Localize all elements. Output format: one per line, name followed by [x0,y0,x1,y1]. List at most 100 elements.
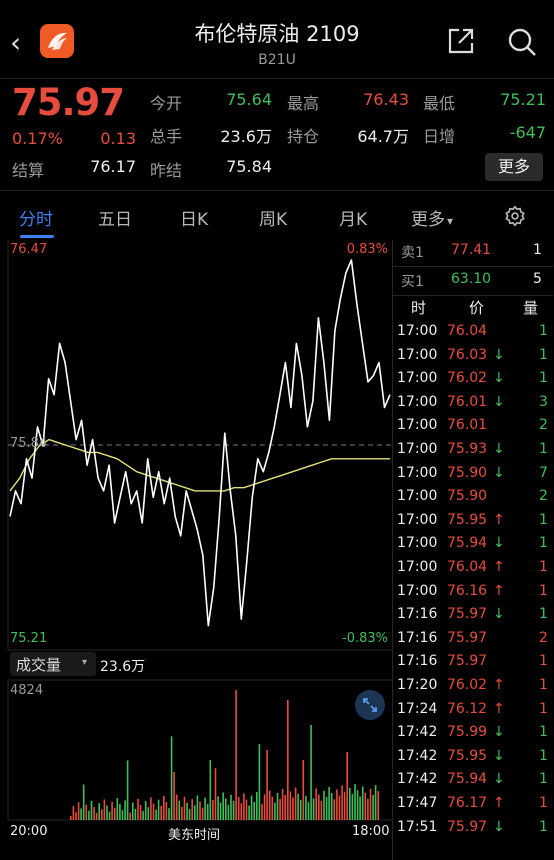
tick-qty: 1 [539,370,548,387]
volume-bar [132,802,134,820]
more-button[interactable]: 更多 [485,153,543,181]
search-icon[interactable] [506,26,538,58]
volume-bar [134,808,137,821]
volume-bar [108,811,111,820]
arrow-down-icon: ↓ [493,464,505,481]
volume-bar [279,799,281,820]
arrow-down-icon: ↓ [493,724,505,741]
volume-bar [289,791,292,820]
volume-bar [315,788,317,820]
volume-bar [369,788,372,820]
stat-value-prev-settle: 75.84 [226,157,272,176]
bid-price: 63.10 [451,271,492,287]
arrow-down-icon: ↓ [493,606,505,623]
volume-axis-max: 4824 [10,683,44,698]
volume-bar [305,796,307,820]
volume-bar [268,790,271,821]
stat-value-volume: 23.6万 [220,127,272,146]
axis-bottom-price: 75.21 [10,631,48,646]
arrow-up-icon: ↑ [493,559,505,575]
tick-row: 17:42 75.94 ↓ 1 [393,771,551,795]
volume-bar [325,797,328,820]
stat-label-daily-change: 日增 [423,127,456,146]
volume-selector-label: 成交量 [16,656,62,674]
tab-active-indicator [20,235,54,238]
tick-time: 17:42 [397,771,438,788]
volume-bar [173,772,175,820]
volume-bar [256,791,258,820]
volume-bar [299,799,302,821]
bid-label: 买1 [401,274,424,290]
volume-bar [287,700,289,820]
volume-bar [333,799,336,820]
arrow-down-icon: ↓ [493,535,505,552]
tick-row: 17:24 76.12 ↑ 1 [393,701,551,725]
volume-bar [297,793,299,820]
stat-label-open-interest: 持仓 [287,127,320,146]
stat-value-high: 76.43 [363,90,409,109]
tab-five-day[interactable]: 五日 [98,205,132,230]
volume-bar [310,725,312,820]
settlement-value: 76.17 [90,157,136,176]
order-book-panel: 卖1 77.41 1 买1 63.10 5 时 价 量 17:00 76.04 1 1… [392,240,554,860]
volume-bar [186,803,188,821]
tick-qty: 1 [539,818,548,835]
volume-bar [119,804,121,820]
tick-qty: 1 [539,724,548,741]
tick-time: 17:00 [397,393,438,410]
volume-bar [266,750,268,820]
tick-header: 时 价 量 [393,297,551,321]
volume-selector[interactable]: 成交量 ▾ [10,652,96,676]
volume-bar [349,787,351,820]
volume-bar [367,798,369,821]
axis-top-price: 76.47 [10,242,48,257]
volume-bar [139,805,142,821]
volume-bar [188,809,191,820]
tick-time: 17:42 [397,747,438,764]
tick-qty: 1 [539,346,548,363]
tick-price: 75.97 [447,653,488,670]
tick-row: 17:00 76.02 ↓ 1 [393,370,551,394]
volume-bar [225,798,227,820]
volume-bar [178,800,181,820]
gear-icon[interactable] [504,205,526,227]
tab-intraday[interactable]: 分时 [19,205,53,230]
chevron-down-icon: ▾ [447,214,454,228]
volume-bar [90,800,93,820]
volume-bar [318,794,320,820]
volume-bar [150,797,152,820]
volume-bar [111,801,113,820]
share-icon[interactable] [446,26,476,56]
tick-price: 76.01 [447,417,488,434]
tick-row: 17:00 75.94 ↓ 1 [393,535,551,559]
volume-bar [147,807,150,820]
tick-price: 75.94 [447,535,488,552]
tick-row: 17:00 75.93 ↓ 1 [393,441,551,465]
volume-bar [359,796,361,820]
tab-daily-k[interactable]: 日K [180,205,208,230]
tick-time: 17:16 [397,653,438,670]
chevron-down-icon: ▾ [82,657,88,668]
tick-row: 17:00 75.90 2 [393,488,551,512]
volume-bar [346,751,348,821]
tick-time: 17:51 [397,818,438,835]
volume-bar [214,768,217,820]
arrow-down-icon: ↓ [493,747,505,764]
chart-tabs: 分时 五日 日K 周K 月K 更多 ▾ [0,190,554,241]
intraday-chart[interactable]: 76.47 0.83% 75.84 75.21 -0.83% 成交量 ▾ 23.… [0,240,392,844]
volume-bar [271,796,274,820]
tab-more-label: 更多 [411,210,445,230]
tab-more[interactable]: 更多 ▾ [411,205,453,230]
tab-monthly-k[interactable]: 月K [339,205,367,230]
bid-row: 买1 63.10 5 [393,271,551,295]
volume-bar [237,797,240,820]
arrow-up-icon: ↑ [493,582,505,599]
volume-bar [253,801,255,820]
tab-weekly-k[interactable]: 周K [259,205,287,230]
tick-row: 17:51 75.97 ↓ 1 [393,819,551,843]
volume-bar [121,810,124,820]
arrow-up-icon: ↑ [493,511,505,528]
volume-bar [364,792,367,820]
tick-row: 17:00 76.01 ↓ 3 [393,394,551,418]
expand-icon[interactable] [355,690,385,720]
